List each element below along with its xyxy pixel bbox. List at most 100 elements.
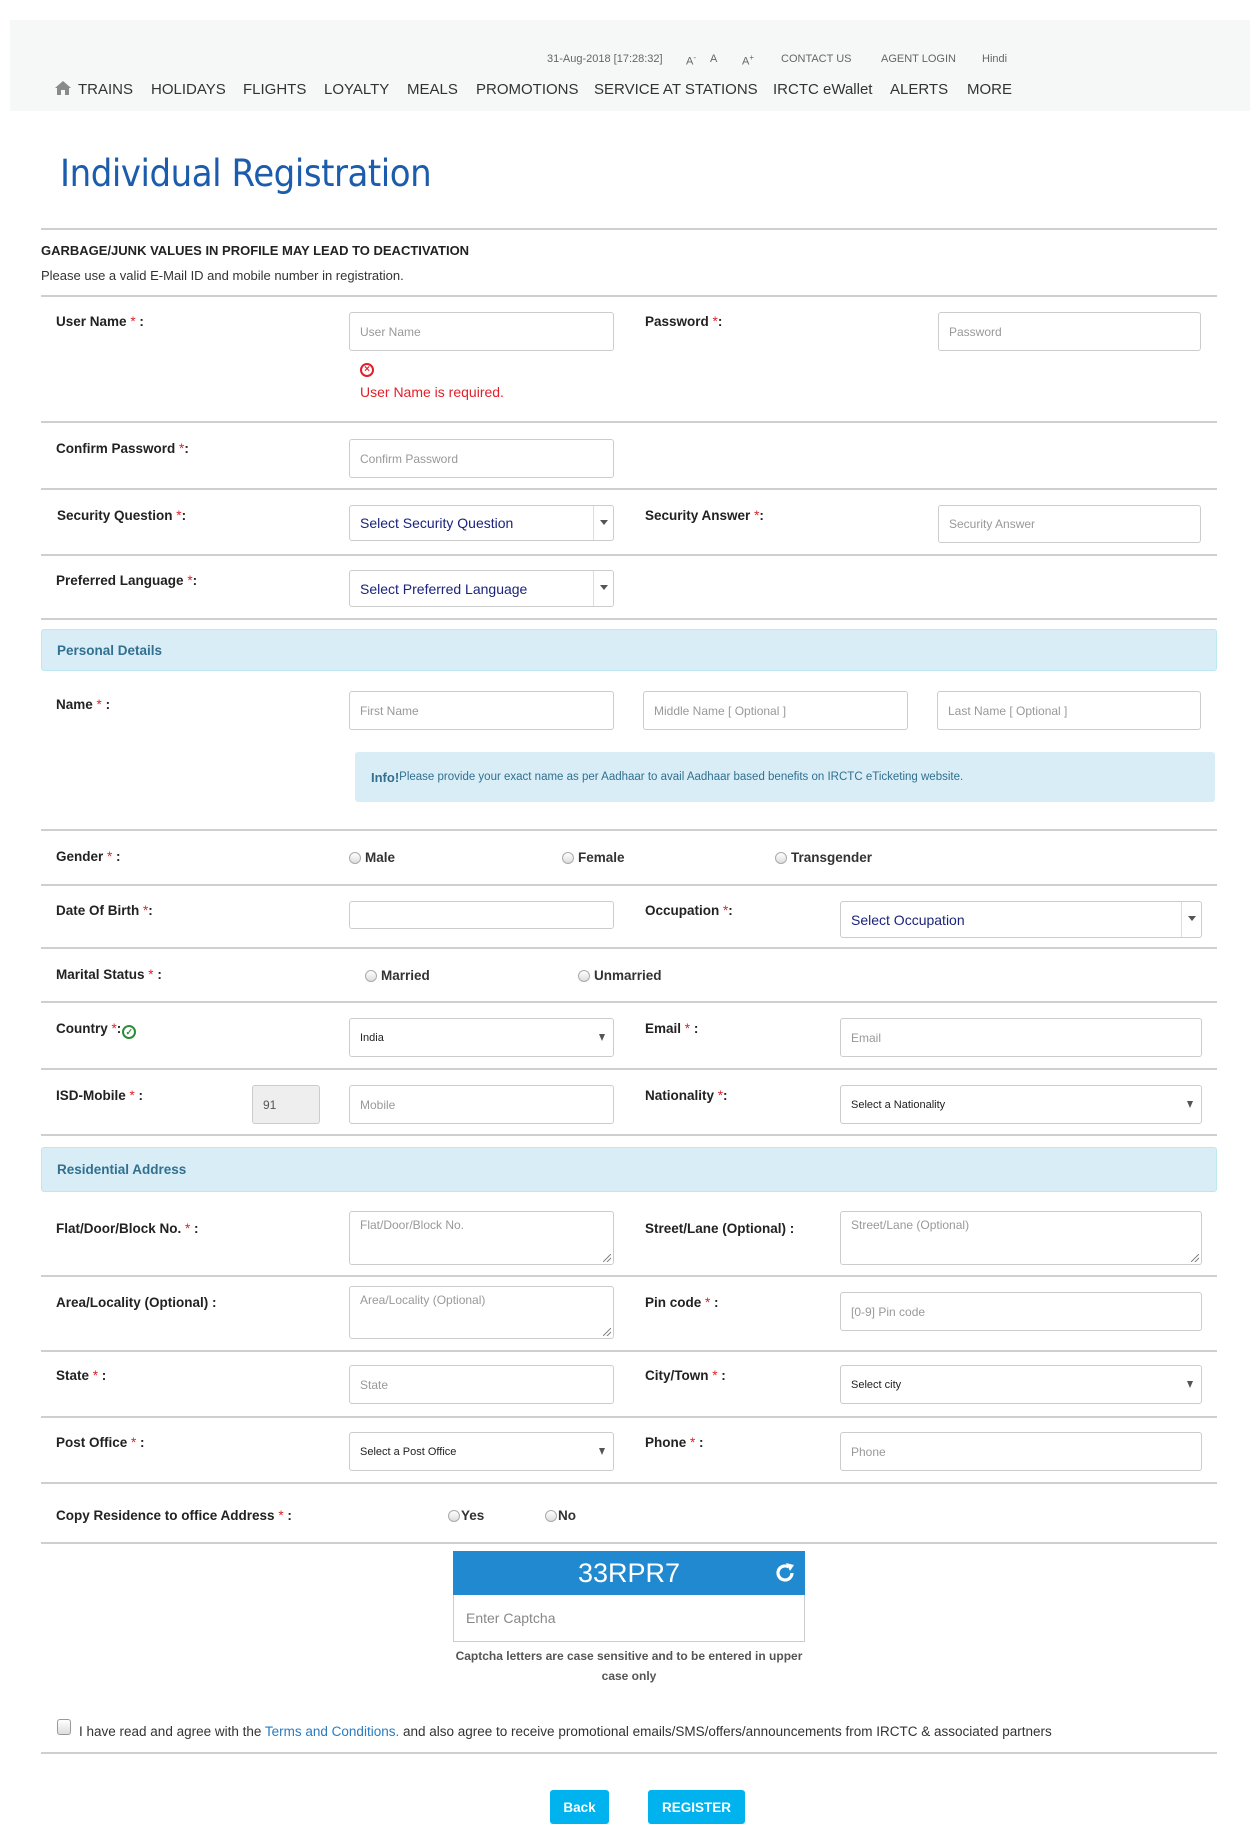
preferred-language-label: Preferred Language *:: [56, 573, 198, 588]
city-select[interactable]: Select city: [840, 1365, 1202, 1404]
security-question-select[interactable]: Select Security Question: [349, 505, 614, 541]
nav-promotions[interactable]: PROMOTIONS: [476, 81, 579, 98]
divider: [41, 1350, 1217, 1352]
radio-button[interactable]: [365, 969, 377, 982]
font-decrease-button[interactable]: A-: [686, 53, 696, 68]
terms-and-conditions-link[interactable]: Terms and Conditions.: [265, 1724, 399, 1739]
divider: [41, 1542, 1217, 1544]
divider: [41, 1482, 1217, 1484]
post-office-select[interactable]: Select a Post Office: [349, 1432, 614, 1471]
last-name-input[interactable]: Last Name [ Optional ]: [937, 691, 1201, 730]
radio-button[interactable]: [349, 851, 361, 864]
country-label: Country *: ✓: [56, 1021, 137, 1039]
nav-service-at-stations[interactable]: SERVICE AT STATIONS: [594, 81, 758, 98]
gender-label: Gender * :: [56, 849, 121, 864]
nav-flights[interactable]: FLIGHTS: [243, 81, 306, 98]
occupation-select[interactable]: Select Occupation: [840, 901, 1202, 938]
first-name-input[interactable]: First Name: [349, 691, 614, 730]
contact-us-link[interactable]: CONTACT US: [781, 53, 852, 65]
register-button[interactable]: REGISTER: [648, 1790, 745, 1824]
page-title: Individual Registration: [60, 152, 432, 195]
gender-transgender-radio[interactable]: Transgender: [775, 850, 872, 865]
marital-married-radio[interactable]: Married: [365, 968, 430, 983]
nav-loyalty[interactable]: LOYALTY: [324, 81, 389, 98]
warning-text: Please use a valid E-Mail ID and mobile …: [41, 268, 404, 283]
chevron-down-icon: [1181, 902, 1201, 937]
middle-name-input[interactable]: Middle Name [ Optional ]: [643, 691, 908, 730]
chevron-down-icon: [593, 571, 613, 606]
radio-button[interactable]: [775, 851, 787, 864]
mobile-input[interactable]: Mobile: [349, 1085, 614, 1124]
copy-residence-yes-radio[interactable]: Yes: [448, 1508, 484, 1523]
username-error: User Name is required.: [360, 384, 504, 400]
dob-label: Date Of Birth *:: [56, 903, 153, 918]
agent-login-link[interactable]: AGENT LOGIN: [881, 53, 956, 65]
copy-residence-no-radio[interactable]: No: [545, 1508, 576, 1523]
area-textarea[interactable]: Area/Locality (Optional): [349, 1286, 614, 1339]
password-input[interactable]: Password: [938, 312, 1201, 351]
divider: [41, 421, 1217, 423]
post-office-label: Post Office * :: [56, 1435, 145, 1450]
divider: [41, 1416, 1217, 1418]
terms-checkbox[interactable]: [57, 1719, 71, 1735]
username-input[interactable]: User Name: [349, 312, 614, 351]
city-label: City/Town * :: [645, 1368, 726, 1383]
street-label: Street/Lane (Optional) :: [645, 1221, 795, 1236]
resize-handle[interactable]: [603, 1254, 611, 1262]
captcha-code: 33RPR7: [577, 1557, 681, 1588]
hindi-language-link[interactable]: Hindi: [982, 53, 1007, 65]
flat-textarea[interactable]: Flat/Door/Block No.: [349, 1211, 614, 1265]
nav-meals[interactable]: MEALS: [407, 81, 458, 98]
phone-input[interactable]: Phone: [840, 1432, 1202, 1471]
gender-female-radio[interactable]: Female: [562, 850, 625, 865]
divider: [41, 618, 1217, 620]
nav-trains[interactable]: TRAINS: [78, 81, 133, 98]
preferred-language-select[interactable]: Select Preferred Language: [349, 570, 614, 607]
dob-input[interactable]: [349, 901, 614, 929]
state-input[interactable]: State: [349, 1365, 614, 1404]
back-button[interactable]: Back: [550, 1790, 609, 1824]
divider: [41, 947, 1217, 949]
phone-label: Phone * :: [645, 1435, 704, 1450]
pincode-input[interactable]: [0-9] Pin code: [840, 1292, 1202, 1331]
font-increase-button[interactable]: A+: [742, 53, 754, 68]
radio-button[interactable]: [448, 1509, 460, 1522]
username-label: User Name * :: [56, 314, 144, 329]
nationality-label: Nationality *:: [645, 1088, 728, 1103]
marital-unmarried-radio[interactable]: Unmarried: [578, 968, 662, 983]
refresh-icon[interactable]: [773, 1561, 797, 1585]
email-input[interactable]: Email: [840, 1018, 1202, 1057]
chevron-down-icon: [593, 506, 613, 540]
confirm-password-input[interactable]: Confirm Password: [349, 439, 614, 478]
security-question-label: Security Question *:: [57, 508, 187, 523]
radio-button[interactable]: [545, 1509, 557, 1522]
isd-mobile-label: ISD-Mobile * :: [56, 1088, 144, 1103]
font-normal-button[interactable]: A: [710, 53, 717, 65]
divider: [41, 829, 1217, 831]
captcha-input[interactable]: Enter Captcha: [453, 1595, 805, 1642]
nav-irctc-ewallet[interactable]: IRCTC eWallet: [773, 81, 872, 98]
radio-button[interactable]: [578, 969, 590, 982]
top-header: 31-Aug-2018 [17:28:32] A- A A+ CONTACT U…: [10, 20, 1250, 111]
nav-alerts[interactable]: ALERTS: [890, 81, 948, 98]
nationality-select[interactable]: Select a Nationality: [840, 1085, 1202, 1124]
flat-label: Flat/Door/Block No. * :: [56, 1221, 199, 1236]
state-label: State * :: [56, 1368, 107, 1383]
dropdown-arrow-icon: [1187, 1380, 1193, 1388]
home-icon[interactable]: [55, 81, 71, 95]
marital-status-label: Marital Status * :: [56, 967, 162, 982]
dropdown-arrow-icon: [599, 1447, 605, 1455]
warning-title: GARBAGE/JUNK VALUES IN PROFILE MAY LEAD …: [41, 243, 470, 258]
divider: [41, 1134, 1217, 1136]
nav-holidays[interactable]: HOLIDAYS: [151, 81, 226, 98]
gender-male-radio[interactable]: Male: [349, 850, 395, 865]
resize-handle[interactable]: [1191, 1254, 1199, 1262]
street-textarea[interactable]: Street/Lane (Optional): [840, 1211, 1202, 1265]
nav-more[interactable]: MORE: [967, 81, 1012, 98]
security-answer-input[interactable]: Security Answer: [938, 505, 1201, 543]
resize-handle[interactable]: [603, 1328, 611, 1336]
country-select[interactable]: India: [349, 1018, 614, 1057]
isd-code-input: 91: [252, 1085, 320, 1124]
divider: [41, 1001, 1217, 1003]
radio-button[interactable]: [562, 851, 574, 864]
